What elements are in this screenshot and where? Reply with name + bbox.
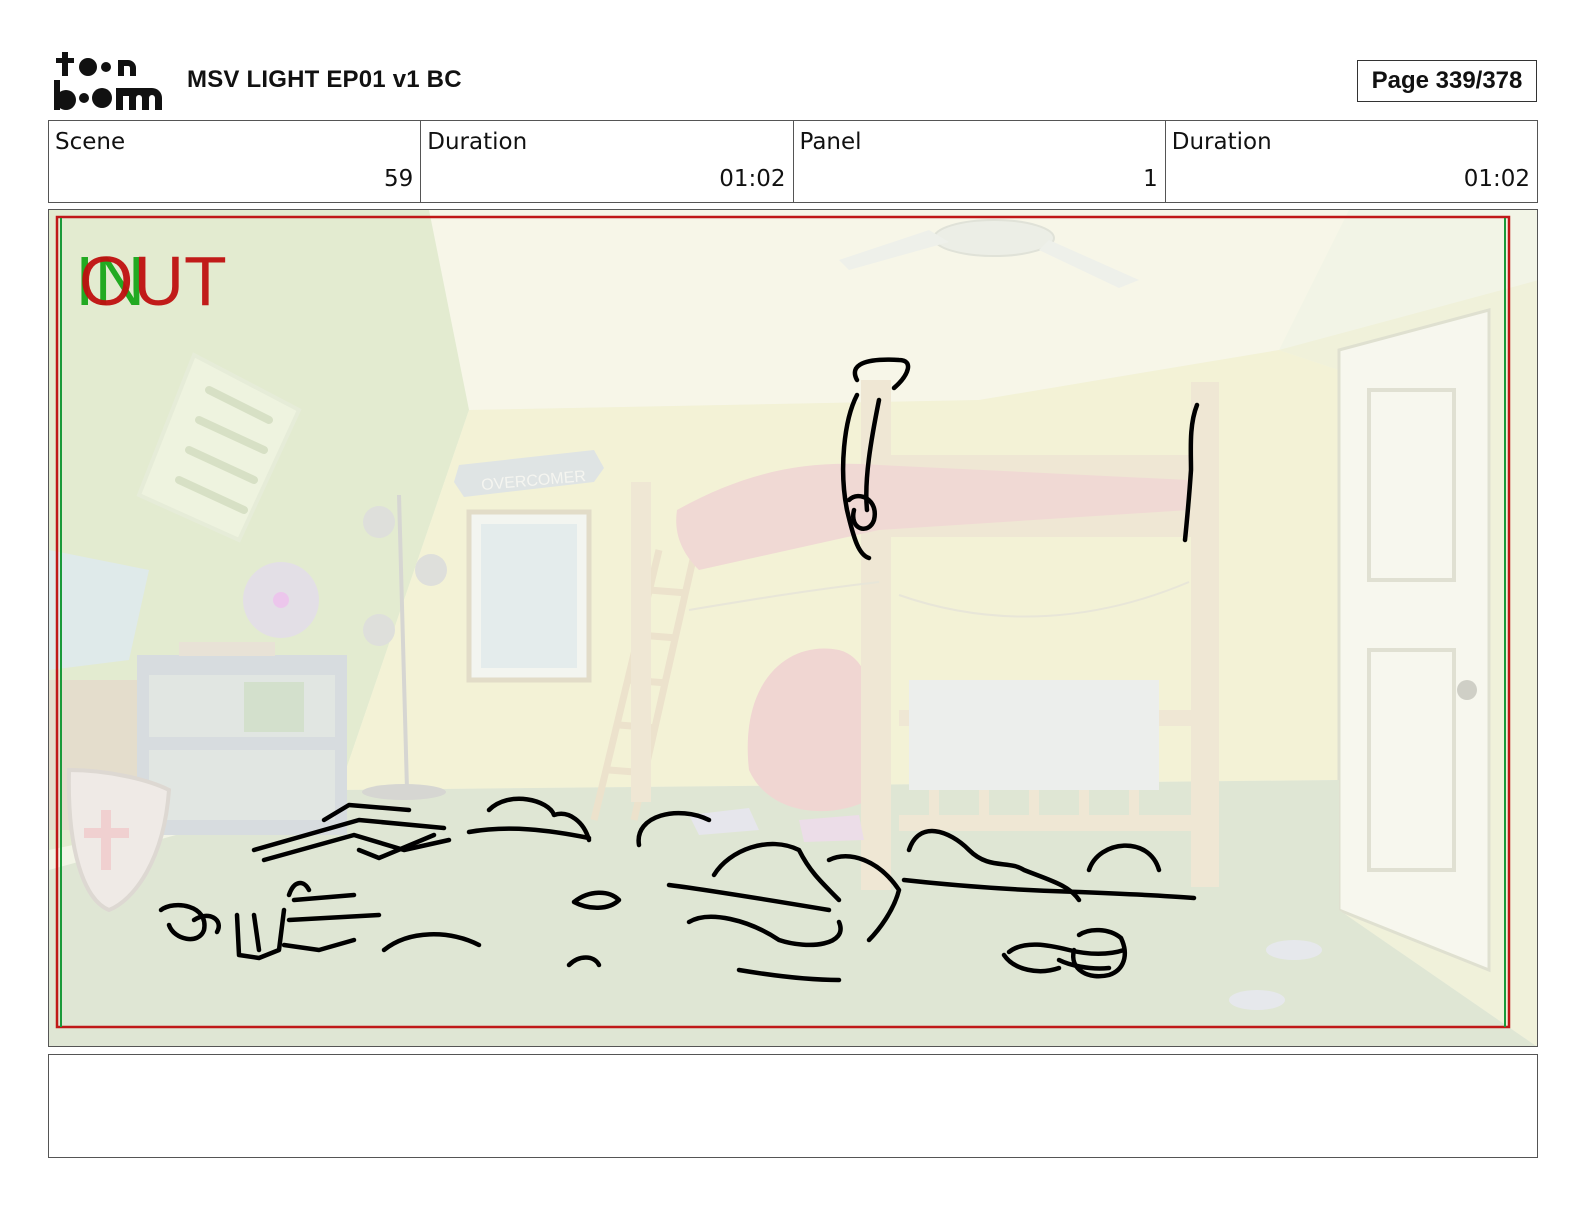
panel-duration-label: Duration (1171, 129, 1272, 155)
panel-cell: Panel 1 (792, 121, 1165, 202)
scene-duration-value: 01:02 (719, 166, 786, 192)
panel-caption-box (48, 1054, 1538, 1158)
scene-cell: Scene 59 (49, 121, 420, 202)
scene-duration-label: Duration (427, 129, 528, 155)
scene-label: Scene (55, 129, 126, 155)
page-indicator: Page 339/378 (1357, 60, 1537, 102)
panel-value: 1 (1143, 166, 1158, 192)
storyboard-panel: OVERCOMER IN OUT (48, 209, 1538, 1047)
scene-info-table: Scene 59 Duration 01:02 Panel 1 Duration… (48, 120, 1538, 203)
panel-duration-cell: Duration 01:02 (1164, 121, 1537, 202)
panel-duration-value: 01:02 (1463, 166, 1530, 192)
toon-boom-logo (54, 52, 162, 110)
out-marker: OUT (79, 242, 227, 320)
scene-value: 59 (383, 166, 414, 192)
document-title: MSV LIGHT EP01 v1 BC (187, 66, 462, 93)
scene-duration-cell: Duration 01:02 (420, 121, 792, 202)
panel-label: Panel (799, 129, 862, 155)
panel-artwork: OVERCOMER IN OUT (49, 210, 1537, 1046)
